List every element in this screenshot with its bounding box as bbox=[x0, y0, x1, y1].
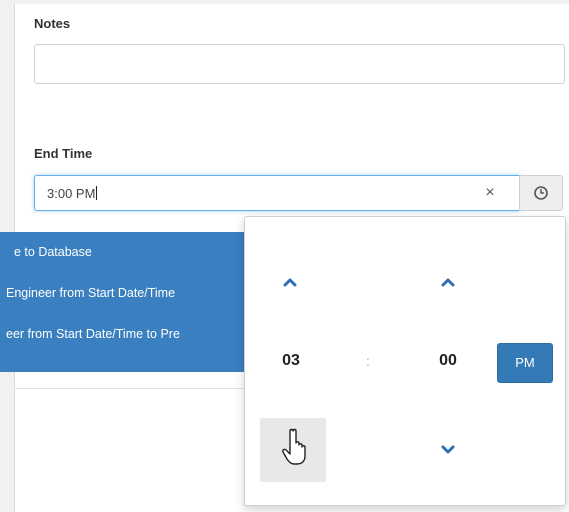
close-icon[interactable]: × bbox=[478, 183, 502, 203]
hour-increment-button[interactable] bbox=[270, 262, 310, 302]
divider bbox=[14, 388, 244, 389]
end-time-value: 3:00 PM bbox=[47, 186, 96, 201]
meridian-toggle-button[interactable]: PM bbox=[497, 343, 553, 383]
time-separator: : bbox=[366, 353, 370, 369]
end-time-input[interactable]: 3:00 PM bbox=[34, 175, 520, 211]
text-caret bbox=[96, 186, 98, 200]
chevron-up-icon bbox=[441, 278, 455, 287]
notes-field[interactable] bbox=[34, 44, 565, 84]
autocomplete-list: e to Database Engineer from Start Date/T… bbox=[0, 232, 248, 372]
list-item[interactable]: e to Database bbox=[14, 245, 92, 259]
clock-button[interactable] bbox=[519, 175, 563, 211]
minute-value[interactable]: 00 bbox=[428, 352, 468, 370]
hour-value[interactable]: 03 bbox=[271, 352, 311, 370]
minute-increment-button[interactable] bbox=[428, 262, 468, 302]
end-time-label: End Time bbox=[34, 146, 93, 161]
clock-icon bbox=[534, 186, 548, 200]
hour-decrement-button[interactable] bbox=[260, 418, 326, 482]
notes-label: Notes bbox=[34, 16, 71, 31]
hand-pointer-icon bbox=[282, 428, 306, 465]
chevron-down-icon bbox=[441, 445, 455, 454]
chevron-up-icon bbox=[283, 278, 297, 287]
list-item[interactable]: eer from Start Date/Time to Pre bbox=[6, 327, 180, 341]
minute-decrement-button[interactable] bbox=[428, 430, 468, 470]
list-item[interactable]: Engineer from Start Date/Time bbox=[6, 286, 175, 300]
